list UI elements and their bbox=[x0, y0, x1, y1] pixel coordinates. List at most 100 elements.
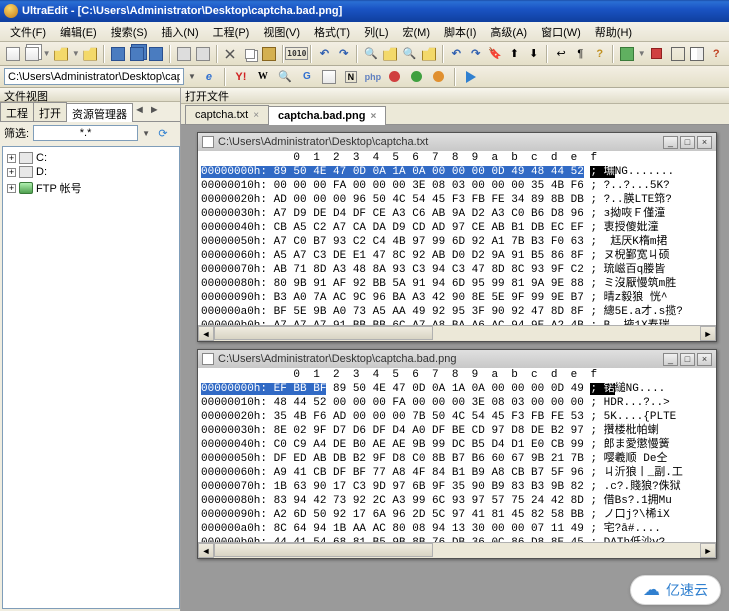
play-icon[interactable] bbox=[462, 68, 480, 86]
bm-prev-button[interactable]: ⬆ bbox=[506, 45, 523, 63]
filter-refresh-button[interactable]: ⟳ bbox=[154, 124, 172, 142]
address-bar: ▼ e Y! W 🔍 G N php bbox=[0, 66, 729, 88]
dot2-icon[interactable] bbox=[408, 68, 426, 86]
nav-fwd-button[interactable]: ↷ bbox=[467, 45, 484, 63]
scroll-left-icon[interactable]: ◄ bbox=[198, 326, 214, 341]
maximize-button[interactable]: □ bbox=[680, 136, 695, 149]
menu-file[interactable]: 文件(F) bbox=[4, 22, 52, 42]
tree-item-ftp[interactable]: + FTP 帐号 bbox=[7, 179, 175, 197]
layout2-button[interactable] bbox=[688, 45, 705, 63]
find-button[interactable]: 🔍 bbox=[362, 45, 379, 63]
menu-format[interactable]: 格式(T) bbox=[308, 22, 356, 42]
replace-button[interactable]: 🔍 bbox=[401, 45, 418, 63]
layout1-button[interactable] bbox=[669, 45, 686, 63]
close-icon[interactable]: × bbox=[370, 111, 376, 122]
expand-icon[interactable]: + bbox=[7, 154, 16, 163]
menu-column[interactable]: 列(L) bbox=[358, 22, 394, 42]
file-tab-txt[interactable]: captcha.txt × bbox=[185, 105, 269, 124]
minimize-button[interactable]: _ bbox=[663, 136, 678, 149]
php-icon[interactable]: php bbox=[364, 68, 382, 86]
google-icon[interactable]: G bbox=[298, 68, 316, 86]
hex-view-1[interactable]: 0 1 2 3 4 5 6 7 8 9 a b c d e f 00000000… bbox=[198, 151, 716, 325]
findfiles-button[interactable] bbox=[382, 45, 399, 63]
help2-button[interactable]: ? bbox=[708, 45, 725, 63]
nav-back-button[interactable]: ↶ bbox=[448, 45, 465, 63]
menu-insert[interactable]: 插入(N) bbox=[155, 22, 204, 42]
drive-icon bbox=[19, 152, 33, 164]
close-button[interactable]: × bbox=[697, 353, 712, 366]
menu-script[interactable]: 脚本(I) bbox=[438, 22, 482, 42]
tree-item-c[interactable]: + C: bbox=[7, 151, 175, 165]
bookmark-button[interactable]: 🔖 bbox=[486, 45, 503, 63]
preview-button[interactable] bbox=[194, 45, 211, 63]
document-icon bbox=[202, 353, 214, 365]
menu-advanced[interactable]: 高级(A) bbox=[484, 22, 533, 42]
run-button[interactable] bbox=[618, 45, 635, 63]
save-button[interactable] bbox=[109, 45, 126, 63]
yahoo-icon[interactable]: Y! bbox=[232, 68, 250, 86]
filter-input[interactable] bbox=[33, 125, 138, 141]
sidebar-nav-right[interactable]: ► bbox=[147, 102, 162, 121]
open-button[interactable] bbox=[53, 45, 70, 63]
open2-button[interactable] bbox=[82, 45, 99, 63]
menu-bar: 文件(F) 编辑(E) 搜索(S) 插入(N) 工程(P) 视图(V) 格式(T… bbox=[0, 22, 729, 42]
paste-button[interactable] bbox=[260, 45, 277, 63]
scroll-right-icon[interactable]: ► bbox=[700, 543, 716, 558]
tree-item-d[interactable]: + D: bbox=[7, 165, 175, 179]
redo-button[interactable]: ↷ bbox=[335, 45, 352, 63]
maximize-button[interactable]: □ bbox=[680, 353, 695, 366]
print-button[interactable] bbox=[175, 45, 192, 63]
dot3-icon[interactable] bbox=[430, 68, 448, 86]
cut-button[interactable] bbox=[222, 45, 239, 63]
copy-button[interactable] bbox=[241, 45, 258, 63]
help-button[interactable]: ? bbox=[591, 45, 608, 63]
scroll-right-icon[interactable]: ► bbox=[700, 326, 716, 341]
expand-icon[interactable]: + bbox=[7, 184, 16, 193]
search-icon[interactable]: 🔍 bbox=[276, 68, 294, 86]
n-icon[interactable]: N bbox=[342, 68, 360, 86]
saveall-button[interactable] bbox=[128, 45, 145, 63]
menu-edit[interactable]: 编辑(E) bbox=[54, 22, 103, 42]
filter-drop-icon[interactable]: ▼ bbox=[142, 129, 150, 138]
stop-button[interactable] bbox=[648, 45, 665, 63]
window-title: UltraEdit - [C:\Users\Administrator\Desk… bbox=[22, 5, 342, 17]
address-input[interactable] bbox=[4, 68, 184, 85]
menu-search[interactable]: 搜索(S) bbox=[105, 22, 154, 42]
replace2-button[interactable] bbox=[420, 45, 437, 63]
sidebar-tab-explorer[interactable]: 资源管理器 bbox=[66, 103, 133, 122]
expand-icon[interactable]: + bbox=[7, 168, 16, 177]
saveas-button[interactable] bbox=[148, 45, 165, 63]
child-titlebar[interactable]: C:\Users\Administrator\Desktop\captcha.t… bbox=[198, 133, 716, 151]
show-button[interactable]: ¶ bbox=[572, 45, 589, 63]
document-icon bbox=[202, 136, 214, 148]
menu-view[interactable]: 视图(V) bbox=[257, 22, 306, 42]
hex-view-2[interactable]: 0 1 2 3 4 5 6 7 8 9 a b c d e f 00000000… bbox=[198, 368, 716, 542]
undo-button[interactable]: ↶ bbox=[316, 45, 333, 63]
h-scrollbar[interactable]: ◄ ► bbox=[198, 325, 716, 341]
close-button[interactable]: × bbox=[697, 136, 712, 149]
child-titlebar[interactable]: C:\Users\Administrator\Desktop\captcha.b… bbox=[198, 350, 716, 368]
menu-help[interactable]: 帮助(H) bbox=[589, 22, 638, 42]
sidebar-nav-left[interactable]: ◄ bbox=[132, 102, 147, 121]
doc-icon[interactable] bbox=[320, 68, 338, 86]
wikipedia-icon[interactable]: W bbox=[254, 68, 272, 86]
sidebar-tab-open[interactable]: 打开 bbox=[33, 102, 67, 121]
close-icon[interactable]: × bbox=[253, 110, 259, 121]
stack-button[interactable] bbox=[23, 45, 40, 63]
menu-window[interactable]: 窗口(W) bbox=[535, 22, 587, 42]
h-scrollbar[interactable]: ◄ ► bbox=[198, 542, 716, 558]
file-tab-png[interactable]: captcha.bad.png × bbox=[268, 106, 386, 125]
sidebar-tab-project[interactable]: 工程 bbox=[0, 102, 34, 121]
minimize-button[interactable]: _ bbox=[663, 353, 678, 366]
ie-icon[interactable]: e bbox=[200, 68, 218, 86]
dot1-icon[interactable] bbox=[386, 68, 404, 86]
wrap-button[interactable]: ↩ bbox=[552, 45, 569, 63]
menu-macro[interactable]: 宏(M) bbox=[397, 22, 437, 42]
menu-project[interactable]: 工程(P) bbox=[207, 22, 256, 42]
bm-next-button[interactable]: ⬇ bbox=[525, 45, 542, 63]
hex-window-1: C:\Users\Administrator\Desktop\captcha.t… bbox=[197, 132, 717, 342]
new-button[interactable] bbox=[4, 45, 21, 63]
hex-button[interactable]: 1010 bbox=[288, 45, 306, 63]
scroll-left-icon[interactable]: ◄ bbox=[198, 543, 214, 558]
content-area: 打开文件 captcha.txt × captcha.bad.png × C:\… bbox=[181, 88, 729, 611]
